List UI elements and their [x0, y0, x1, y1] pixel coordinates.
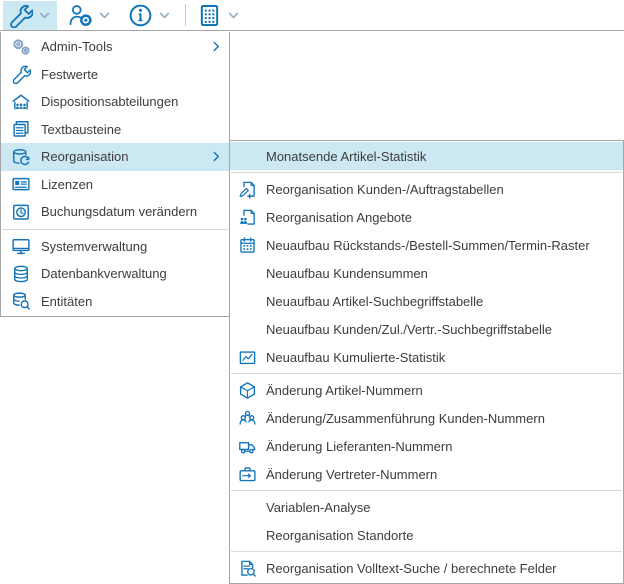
people-group-icon — [238, 409, 257, 428]
database-refresh-icon — [11, 147, 31, 167]
submenu-item-label: Neuaufbau Kundensummen — [266, 266, 428, 281]
submenu-item-label: Änderung Vertreter-Nummern — [266, 467, 437, 482]
document-edit-icon — [238, 180, 257, 199]
submenu-item-aenderung-lieferanten-nummern[interactable]: Änderung Lieferanten-Nummern — [230, 432, 623, 460]
document-search-icon — [238, 559, 257, 578]
menu-item-label: Textbausteine — [41, 122, 221, 137]
submenu-item-label: Reorganisation Kunden-/Auftragstabellen — [266, 182, 504, 197]
menu-item-buchungsdatum-veraendern[interactable]: Buchungsdatum verändern — [1, 198, 229, 226]
info-icon[interactable] — [126, 3, 155, 28]
submenu-item-label: Variablen-Analyse — [266, 500, 371, 515]
menu-separator — [231, 373, 622, 374]
submenu-item-monatsende-artikel-statistik[interactable]: Monatsende Artikel-Statistik — [230, 142, 623, 170]
submenu-item-reorg-kunden-auftragstabellen[interactable]: Reorganisation Kunden-/Auftragstabellen — [230, 175, 623, 203]
menu-separator — [231, 490, 622, 491]
menu-separator — [2, 229, 228, 230]
menu-item-systemverwaltung[interactable]: Systemverwaltung — [1, 233, 229, 261]
submenu-item-reorg-angebote[interactable]: Reorganisation Angebote — [230, 203, 623, 231]
calendar-icon — [238, 236, 257, 255]
id-card-icon — [11, 174, 31, 194]
submenu-item-aenderung-artikel-nummern[interactable]: Änderung Artikel-Nummern — [230, 376, 623, 404]
menu-item-label: Festwerte — [41, 67, 221, 82]
documents-icon — [11, 119, 31, 139]
submenu-item-neuaufbau-kumulierte-statistik[interactable]: Neuaufbau Kumulierte-Statistik — [230, 343, 623, 371]
menu-item-lizenzen[interactable]: Lizenzen — [1, 171, 229, 199]
menu-separator — [231, 172, 622, 173]
chevron-down-icon[interactable] — [155, 10, 174, 21]
gears-icon — [11, 37, 31, 57]
menu-item-label: Buchungsdatum verändern — [41, 204, 221, 219]
empty-icon-slot — [238, 264, 257, 283]
menu-item-label: Dispositionsabteilungen — [41, 94, 221, 109]
home-people-icon — [11, 92, 31, 112]
document-people-icon — [238, 208, 257, 227]
menu-item-admin-tools[interactable]: Admin-Tools — [1, 33, 229, 61]
chevron-down-icon[interactable] — [35, 10, 54, 21]
submenu-item-neuaufbau-artikel-suchbegriffstabelle[interactable]: Neuaufbau Artikel-Suchbegriffstabelle — [230, 287, 623, 315]
submenu-item-label: Änderung Artikel-Nummern — [266, 383, 423, 398]
wrench-icon[interactable] — [6, 3, 35, 28]
calculator-toolbar-button[interactable] — [192, 1, 246, 30]
menu-item-entitaeten[interactable]: Entitäten — [1, 288, 229, 316]
submenu-item-label: Neuaufbau Kunden/Zul./Vertr.-Suchbegriff… — [266, 322, 552, 337]
submenu-item-neuaufbau-kunden-suchbegriffstabelle[interactable]: Neuaufbau Kunden/Zul./Vertr.-Suchbegriff… — [230, 315, 623, 343]
menu-item-textbausteine[interactable]: Textbausteine — [1, 116, 229, 144]
menu-item-label: Lizenzen — [41, 177, 221, 192]
submenu-item-label: Neuaufbau Kumulierte-Statistik — [266, 350, 445, 365]
calendar-clock-icon — [11, 202, 31, 222]
reorganisation-submenu: Monatsende Artikel-Statistik Reorganisat… — [229, 140, 624, 584]
submenu-item-aenderung-vertreter-nummern[interactable]: Änderung Vertreter-Nummern — [230, 460, 623, 488]
menu-separator — [231, 551, 622, 552]
empty-icon-slot — [238, 292, 257, 311]
user-settings-toolbar-button[interactable] — [63, 1, 117, 30]
submenu-item-variablen-analyse[interactable]: Variablen-Analyse — [230, 493, 623, 521]
chevron-down-icon[interactable] — [224, 10, 243, 21]
submenu-item-neuaufbau-rueckstands-raster[interactable]: Neuaufbau Rückstands-/Bestell-Summen/Ter… — [230, 231, 623, 259]
chevron-right-icon — [206, 41, 221, 52]
toolbar — [0, 0, 624, 31]
database-search-icon — [11, 291, 31, 311]
submenu-item-label: Reorganisation Volltext-Suche / berechne… — [266, 561, 557, 576]
truck-icon — [238, 437, 257, 456]
chevron-down-icon[interactable] — [95, 10, 114, 21]
submenu-item-label: Änderung/Zusammenführung Kunden-Nummern — [266, 411, 545, 426]
empty-icon-slot — [238, 147, 257, 166]
chart-line-icon — [238, 348, 257, 367]
submenu-item-label: Monatsende Artikel-Statistik — [266, 149, 426, 164]
submenu-item-neuaufbau-kundensummen[interactable]: Neuaufbau Kundensummen — [230, 259, 623, 287]
briefcase-icon — [238, 465, 257, 484]
menu-item-label: Admin-Tools — [41, 39, 206, 54]
database-icon — [11, 264, 31, 284]
wrench-icon — [11, 64, 31, 84]
submenu-item-reorg-standorte[interactable]: Reorganisation Standorte — [230, 521, 623, 549]
submenu-item-label: Reorganisation Standorte — [266, 528, 413, 543]
monitor-icon — [11, 236, 31, 256]
menu-item-label: Systemverwaltung — [41, 239, 221, 254]
toolbar-separator — [185, 4, 186, 26]
menu-item-label: Datenbankverwaltung — [41, 266, 221, 281]
menu-item-datenbankverwaltung[interactable]: Datenbankverwaltung — [1, 260, 229, 288]
empty-icon-slot — [238, 320, 257, 339]
menu-item-festwerte[interactable]: Festwerte — [1, 61, 229, 89]
admin-tools-menu: Admin-Tools Festwerte Dispositionsabteil… — [0, 32, 230, 317]
cube-icon — [238, 381, 257, 400]
calculator-icon[interactable] — [195, 3, 224, 28]
admin-tools-toolbar-button[interactable] — [3, 1, 57, 30]
submenu-item-label: Neuaufbau Rückstands-/Bestell-Summen/Ter… — [266, 238, 590, 253]
user-gear-icon[interactable] — [66, 3, 95, 28]
empty-icon-slot — [238, 498, 257, 517]
chevron-right-icon — [206, 151, 221, 162]
submenu-item-label: Neuaufbau Artikel-Suchbegriffstabelle — [266, 294, 483, 309]
menu-item-reorganisation[interactable]: Reorganisation — [1, 143, 229, 171]
empty-icon-slot — [238, 526, 257, 545]
menu-item-label: Entitäten — [41, 294, 221, 309]
menu-item-label: Reorganisation — [41, 149, 206, 164]
submenu-item-aenderung-zusammenfuehrung-kunden-nummern[interactable]: Änderung/Zusammenführung Kunden-Nummern — [230, 404, 623, 432]
info-toolbar-button[interactable] — [123, 1, 177, 30]
submenu-item-label: Reorganisation Angebote — [266, 210, 412, 225]
menu-item-dispositionsabteilungen[interactable]: Dispositionsabteilungen — [1, 88, 229, 116]
submenu-item-label: Änderung Lieferanten-Nummern — [266, 439, 452, 454]
